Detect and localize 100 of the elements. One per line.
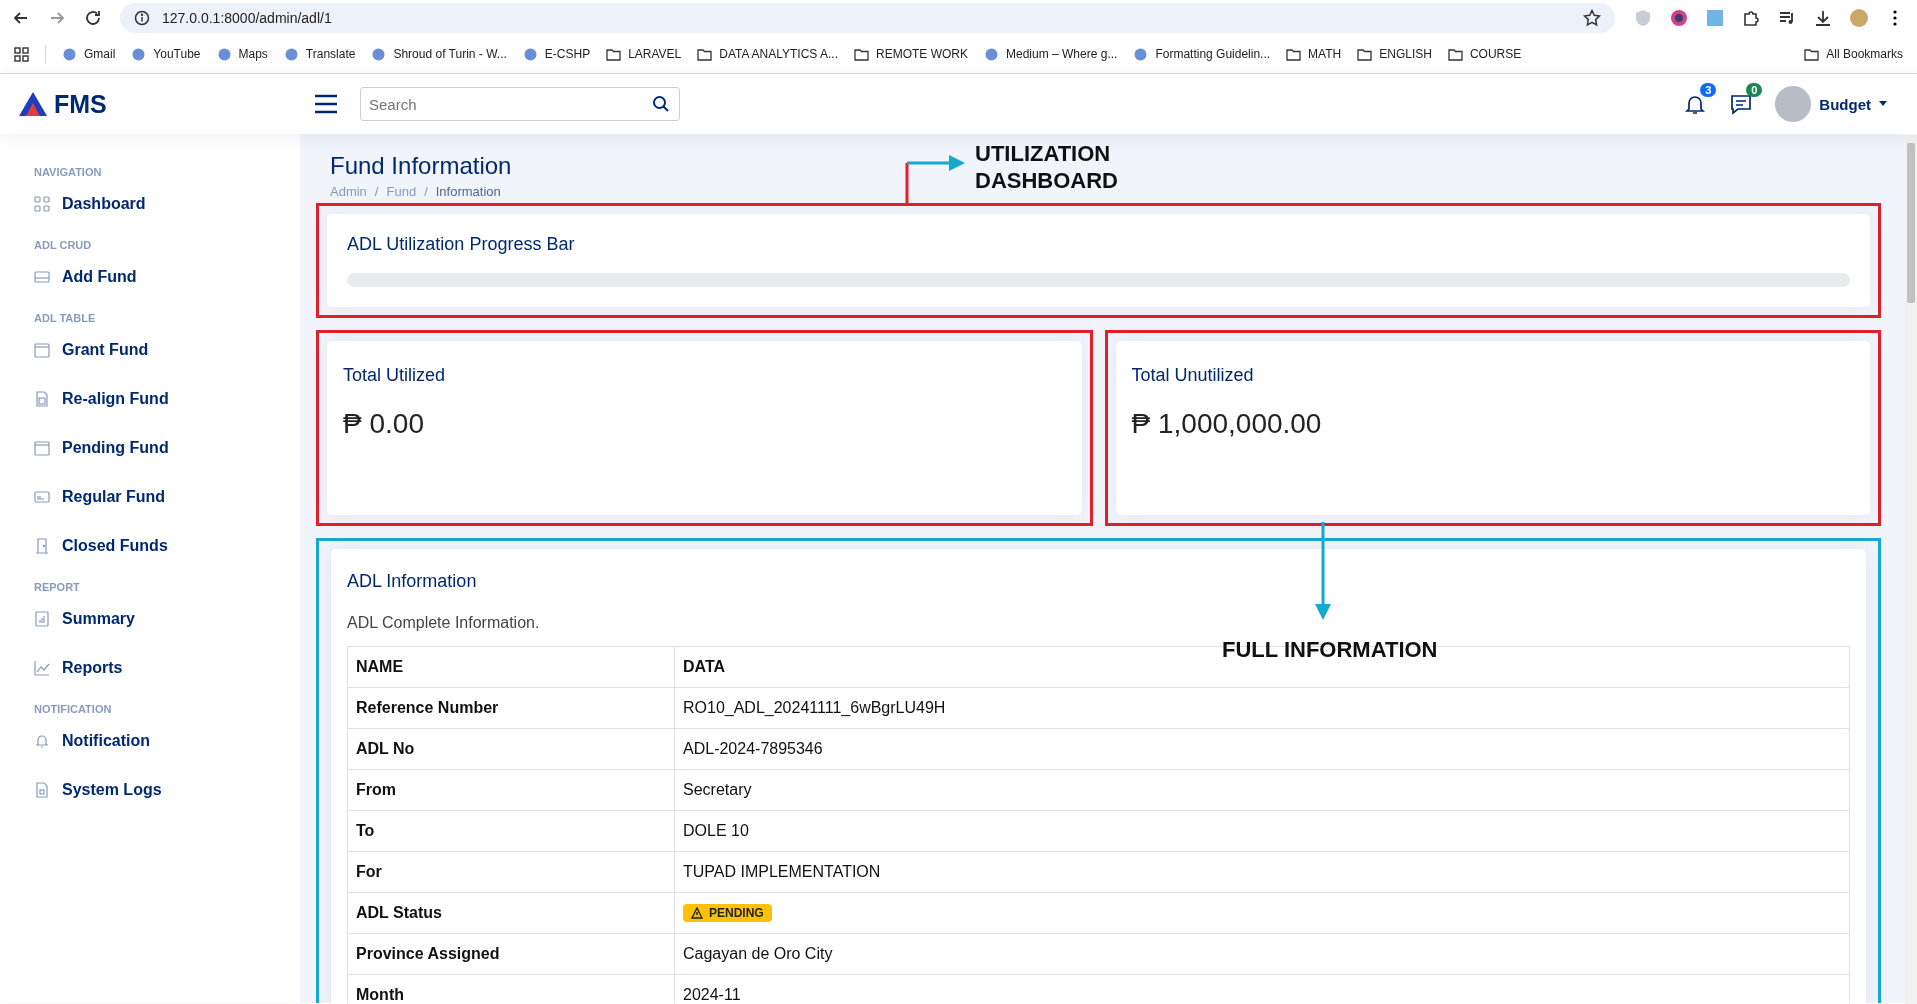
card-title: ADL Utilization Progress Bar <box>347 234 575 255</box>
sidebar-item[interactable]: Re-align Fund <box>34 385 175 413</box>
card-icon <box>34 269 50 285</box>
bookmark[interactable]: ENGLISH <box>1357 46 1432 62</box>
bookmark[interactable]: Maps <box>216 46 268 62</box>
amount-value: ₱ 0.00 <box>343 408 424 440</box>
breadcrumb-link[interactable]: Information <box>435 184 501 199</box>
apps-icon[interactable] <box>14 46 29 62</box>
table-cell: Secretary <box>674 769 1850 811</box>
site-icon <box>522 46 538 62</box>
info-icon[interactable] <box>134 9 150 26</box>
sidebar-item[interactable]: Notification <box>34 727 156 755</box>
document-icon <box>34 391 50 407</box>
warning-icon <box>691 906 703 919</box>
card-title: Total Utilized <box>343 365 446 386</box>
folder-icon <box>1447 46 1463 62</box>
message-badge: 0 <box>1746 83 1763 97</box>
site-icon <box>131 46 147 62</box>
user-menu[interactable]: Budget <box>1819 95 1871 113</box>
site-icon <box>984 46 999 62</box>
sidebar-heading: NOTIFICATION <box>34 703 113 715</box>
bookmark[interactable]: Gmail <box>62 46 116 62</box>
circle-icon[interactable] <box>1669 7 1689 28</box>
sidebar-item[interactable]: Regular Fund <box>34 483 172 511</box>
annotation-label: FULL INFORMATION <box>1222 636 1438 663</box>
site-icon <box>283 46 299 62</box>
folder-icon <box>854 46 869 62</box>
table-cell: Month <box>347 974 675 1003</box>
bookmark[interactable]: COURSE <box>1447 46 1522 62</box>
annotation-label: UTILIZATION DASHBOARD <box>975 140 1119 194</box>
bookmark[interactable]: YouTube <box>131 46 201 62</box>
table-cell: Province Assigned <box>347 933 675 975</box>
sidebar-item[interactable]: Summary <box>34 605 141 633</box>
sidebar-item[interactable]: Pending Fund <box>34 434 175 462</box>
bookmark[interactable]: MATH <box>1286 46 1342 62</box>
logo-text: FMS <box>54 89 107 119</box>
scrollbar-thumb[interactable] <box>1907 143 1915 303</box>
search-icon[interactable] <box>652 95 670 113</box>
sidebar-heading: REPORT <box>34 581 81 593</box>
table-cell: ADL No <box>347 728 675 770</box>
notification-badge: 3 <box>1700 83 1717 97</box>
bookmark[interactable]: DATA ANALYTICS A... <box>697 46 838 62</box>
bookmark[interactable]: E-CSHP <box>522 46 591 62</box>
table-cell: From <box>347 769 675 811</box>
card-title: Total Unutilized <box>1131 365 1254 386</box>
table-cell: ADL-2024-7895346 <box>674 728 1850 770</box>
card-subtitle: ADL Complete Information. <box>347 614 540 632</box>
table-cell: For <box>347 851 675 893</box>
sidebar-item[interactable]: Closed Funds <box>34 532 174 560</box>
sidebar-heading: ADL TABLE <box>34 312 97 324</box>
sidebar-item[interactable]: System Logs <box>34 776 168 804</box>
bookmark[interactable]: LARAVEL <box>606 46 682 62</box>
table-cell: ADL Status <box>347 892 675 934</box>
breadcrumb-separator: / <box>424 184 428 199</box>
sidebar-item[interactable]: Dashboard <box>34 190 152 218</box>
menu-icon[interactable] <box>314 94 338 114</box>
grid-icon <box>34 196 50 212</box>
folder-icon <box>697 46 713 62</box>
status-badge: PENDING <box>683 903 772 922</box>
table-cell: DOLE 10 <box>674 810 1850 852</box>
bookmark[interactable]: Translate <box>283 46 356 62</box>
folder-icon <box>1357 46 1373 62</box>
bookmark[interactable]: Shroud of Turin - W... <box>371 46 507 62</box>
site-icon <box>62 46 77 62</box>
address-bar[interactable]: 127.0.0.1:8000/admin/adl/1 <box>120 2 1615 33</box>
folder-icon <box>606 46 622 62</box>
sidebar-item[interactable]: Grant Fund <box>34 336 155 364</box>
document-icon <box>34 782 50 798</box>
bar-chart-icon <box>34 611 50 627</box>
caret-icon[interactable] <box>1879 101 1887 107</box>
star-icon[interactable] <box>1583 8 1601 27</box>
bell-icon <box>34 733 50 749</box>
site-icon <box>1133 46 1149 62</box>
breadcrumb-separator: / <box>374 184 379 199</box>
bookmark[interactable]: Medium – Where g... <box>984 46 1118 62</box>
sidebar-heading: NAVIGATION <box>34 166 103 178</box>
search-field[interactable]: Search <box>360 87 680 121</box>
bookmark[interactable]: Formatting Guidelin... <box>1133 46 1271 62</box>
sidebar-item[interactable]: Reports <box>34 654 129 682</box>
table-cell: To <box>347 810 675 852</box>
chat-icon[interactable] <box>1729 92 1754 116</box>
reload-icon[interactable] <box>84 8 102 27</box>
sidebar-item[interactable]: Add Fund <box>34 263 143 291</box>
sidebar-heading: ADL CRUD <box>34 239 93 251</box>
site-icon <box>371 46 387 62</box>
page-title: Fund Information <box>330 152 512 180</box>
amount-value: ₱ 1,000,000.00 <box>1131 408 1322 440</box>
folder-icon <box>1286 46 1302 62</box>
calendar-icon <box>34 342 50 358</box>
bookmark[interactable]: REMOTE WORK <box>854 46 968 62</box>
card-icon <box>34 489 50 505</box>
card-title: ADL Information <box>347 571 477 592</box>
site-icon <box>216 46 232 62</box>
logo-icon <box>18 91 48 117</box>
calendar-icon <box>34 440 50 456</box>
bookmark[interactable]: All Bookmarks <box>1804 46 1903 62</box>
table-cell: TUPAD IMPLEMENTATION <box>674 851 1850 893</box>
table-cell: RO10_ADL_20241111_6wBgrLU49H <box>674 687 1850 729</box>
url-text: 127.0.0.1:8000/admin/adl/1 <box>162 9 332 26</box>
line-chart-icon <box>34 660 50 676</box>
